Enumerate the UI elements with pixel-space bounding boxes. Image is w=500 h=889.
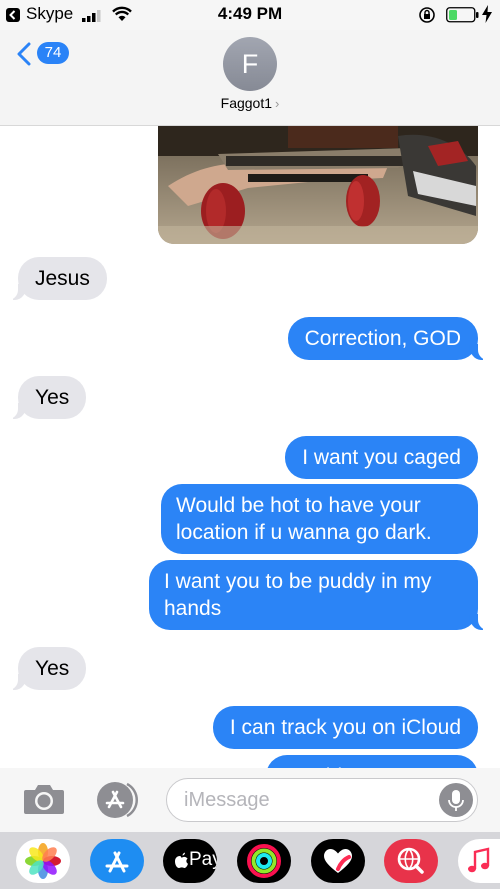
apple-pay-label: Pay — [189, 849, 217, 870]
app-store-drawer-icon[interactable] — [95, 780, 143, 825]
incoming-message[interactable]: Jesus — [8, 257, 107, 300]
music-icon[interactable] — [458, 839, 500, 883]
apple-pay-icon[interactable]: Pay — [163, 839, 217, 883]
message-input-placeholder: iMessage — [184, 789, 270, 811]
web-search-icon[interactable] — [384, 839, 438, 883]
status-bar: Skype 4:49 PM — [0, 0, 500, 30]
contact-avatar[interactable]: F — [223, 37, 277, 91]
orientation-lock-icon — [418, 6, 436, 29]
outgoing-message[interactable]: Would — [266, 755, 478, 768]
activity-icon[interactable] — [237, 839, 291, 883]
contact-name-label: Faggot1 — [220, 95, 273, 111]
message-thread[interactable]: Jesus Correction, GOD Yes I want you cag… — [0, 126, 500, 768]
message-input[interactable]: iMessage — [166, 778, 478, 822]
incoming-message[interactable]: Yes — [7, 376, 87, 419]
imessage-app-drawer: Pay — [0, 832, 500, 889]
chevron-right-icon: › — [275, 96, 280, 111]
back-chevron-icon[interactable] — [16, 42, 32, 71]
outgoing-message[interactable]: I want you to be puddy in my hands — [149, 560, 488, 630]
outgoing-message[interactable]: I can track you on iCloud — [212, 706, 478, 749]
outgoing-message[interactable]: I want you caged — [285, 436, 478, 479]
compose-bar: iMessage — [0, 768, 500, 832]
contact-name-button[interactable]: Faggot1 › — [0, 95, 500, 111]
photos-icon[interactable] — [16, 839, 70, 883]
outgoing-message[interactable]: Correction, GOD — [287, 317, 489, 360]
app-store-icon[interactable] — [90, 839, 144, 883]
dictation-mic-icon[interactable] — [439, 783, 473, 817]
battery-icon — [446, 7, 480, 28]
camera-icon[interactable] — [22, 782, 66, 821]
charging-bolt-icon — [482, 5, 492, 28]
outgoing-message[interactable]: Would be hot to have your location if u … — [161, 484, 478, 554]
unread-count-badge[interactable]: 74 — [37, 42, 69, 64]
photo-attachment[interactable] — [158, 126, 478, 244]
incoming-message[interactable]: Yes — [7, 647, 87, 690]
digital-touch-icon[interactable] — [311, 839, 365, 883]
conversation-header: 74 F Faggot1 › — [0, 30, 500, 126]
